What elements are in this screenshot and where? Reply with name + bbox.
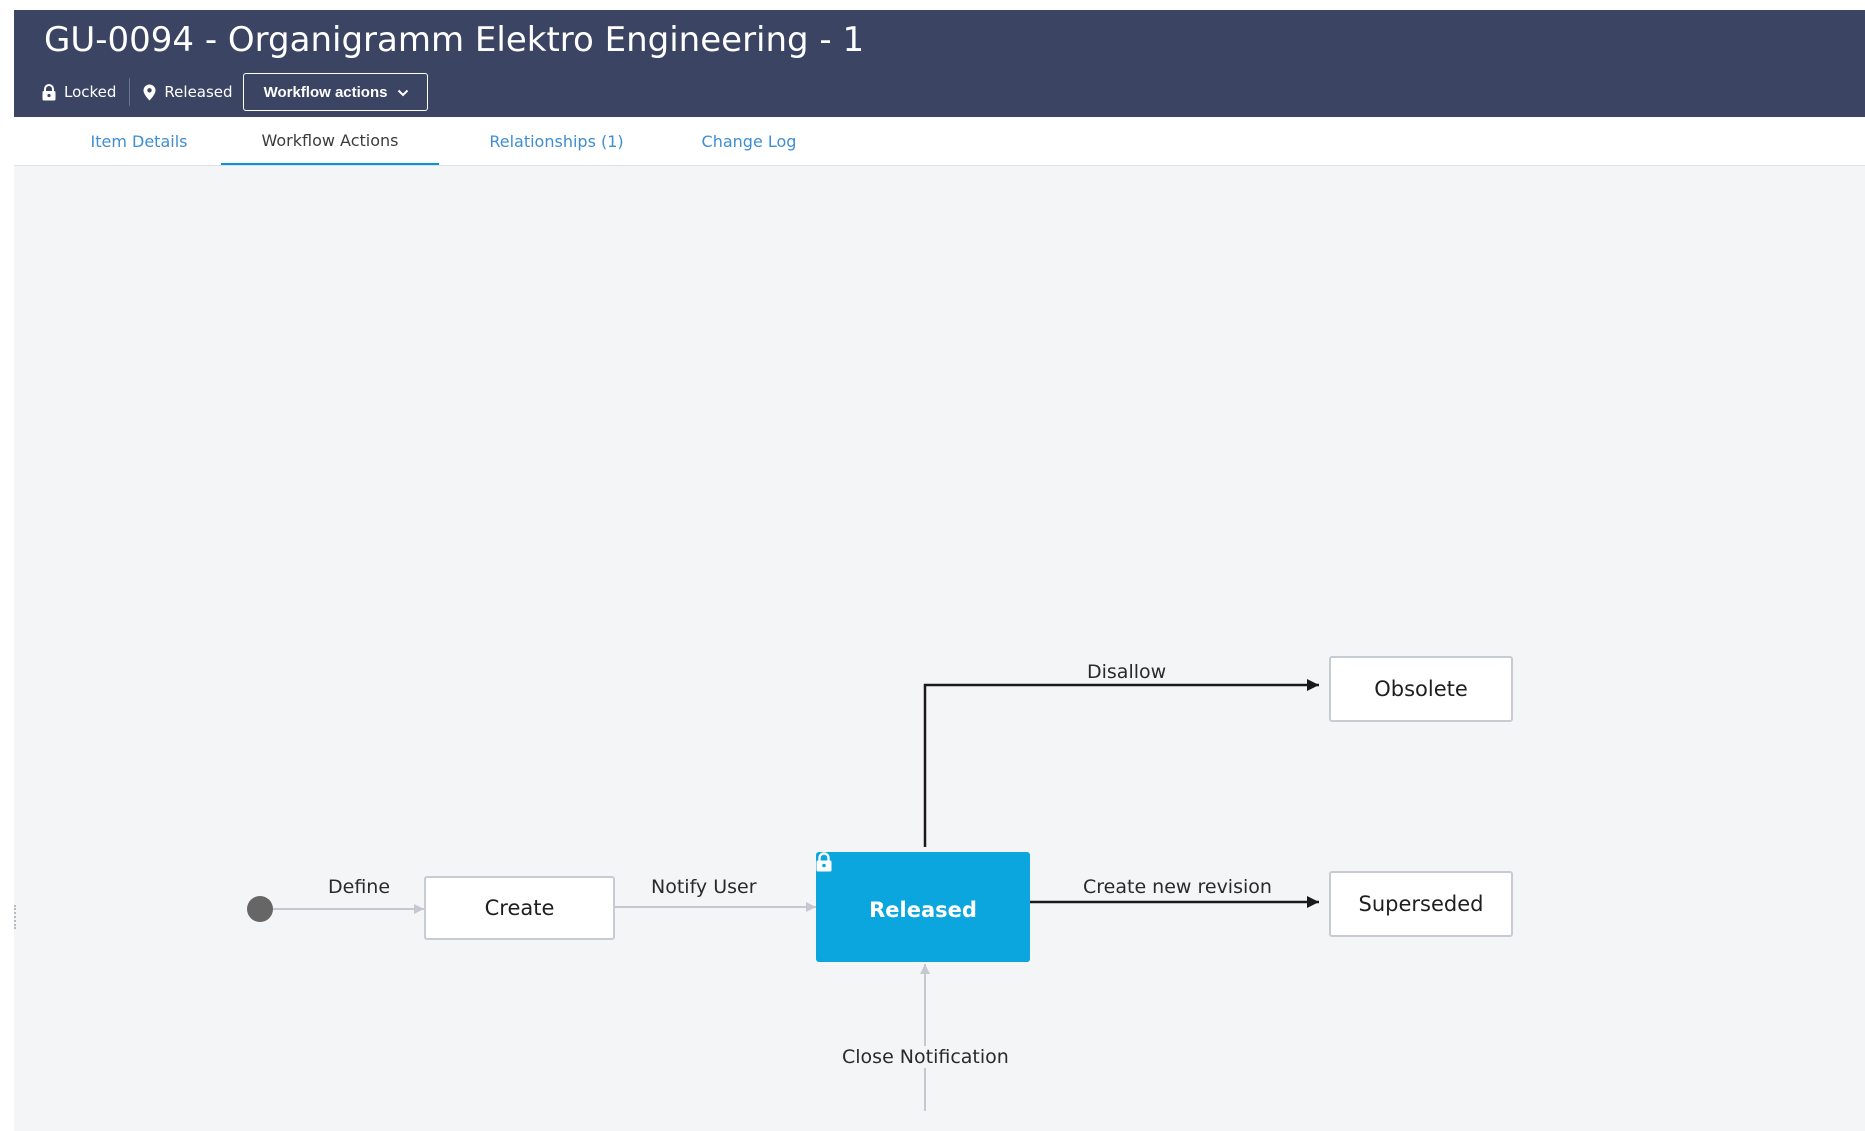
tab-change-log[interactable]: Change Log [679,117,819,165]
state-released-current[interactable]: Released [816,852,1030,962]
workflow-state: Released [143,83,233,101]
lock-icon [42,83,56,101]
tab-item-details[interactable]: Item Details [54,117,224,165]
item-header: GU-0094 - Organigramm Elektro Engineerin… [14,10,1865,117]
tab-relationships[interactable]: Relationships (1) [464,117,649,165]
state-obsolete-label: Obsolete [1374,677,1468,701]
workflow-diagram: Define Notify User Disallow Create new r… [14,166,1865,1131]
transition-notify-user-label: Notify User [649,876,759,898]
tab-bar: Item Details Workflow Actions Relationsh… [14,117,1865,166]
workflow-actions-label: Workflow actions [263,83,388,101]
panel-resize-handle[interactable] [14,905,18,929]
lock-status: Locked [42,83,116,101]
state-superseded-label: Superseded [1358,892,1484,916]
state-obsolete[interactable]: Obsolete [1329,656,1513,722]
state-released-label: Released [869,898,977,922]
edge-disallow [923,679,1319,847]
state-superseded[interactable]: Superseded [1329,871,1513,937]
transition-create-new-revision-label: Create new revision [1081,876,1274,898]
page: GU-0094 - Organigramm Elektro Engineerin… [0,0,1865,1131]
lock-status-label: Locked [64,83,117,101]
state-create[interactable]: Create [424,876,615,940]
workflow-edges [247,679,1319,1111]
start-node [247,896,273,922]
status-row: Locked Released Workflow actions [42,72,429,112]
workflow-state-label: Released [164,83,233,101]
status-divider [129,78,131,106]
workflow-actions-button[interactable]: Workflow actions [242,73,429,111]
page-title: GU-0094 - Organigramm Elektro Engineerin… [44,20,865,60]
chevron-down-icon [397,84,409,101]
transition-disallow-label: Disallow [1085,661,1169,683]
transition-close-notification-label: Close Notification [840,1046,1011,1068]
tab-workflow-actions[interactable]: Workflow Actions [221,117,439,165]
map-pin-icon [143,84,156,101]
state-create-label: Create [484,896,555,920]
transition-define-label: Define [326,876,393,898]
